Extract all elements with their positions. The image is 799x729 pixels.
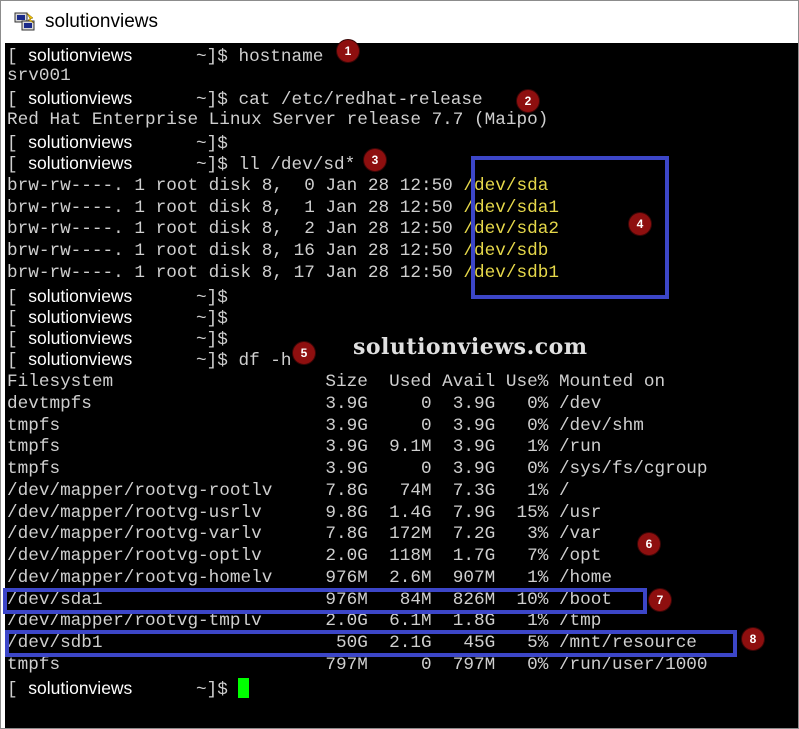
step-marker: 2 — [517, 90, 539, 112]
prompt-line: [ solutionviews ~]$ — [7, 286, 228, 308]
prompt-line: [ solutionviews ~]$ — [7, 307, 228, 329]
df-row: /dev/mapper/rootvg-optlv 2.0G 118M 1.7G … — [7, 546, 602, 566]
sdb1-row-highlight — [5, 630, 737, 657]
prompt-user: solutionviews — [28, 88, 133, 108]
df-row: devtmpfs 3.9G 0 3.9G 0% /dev — [7, 394, 602, 414]
step-marker: 1 — [337, 40, 359, 62]
prompt-line: [ solutionviews ~]$ cat /etc/redhat-rele… — [7, 88, 483, 110]
ls-line: brw-rw----. 1 root disk 8, 0 Jan 28 12:5… — [7, 176, 549, 196]
df-row: tmpfs 3.9G 0 3.9G 0% /sys/fs/cgroup — [7, 459, 708, 479]
prompt-user: solutionviews — [28, 678, 133, 698]
step-marker: 8 — [742, 628, 764, 650]
step-marker: 4 — [629, 213, 651, 235]
prompt-line: [ solutionviews ~]$ ll /dev/sd* — [7, 153, 356, 175]
watermark: solutionviews.com — [353, 334, 588, 360]
prompt-user: solutionviews — [28, 328, 133, 348]
df-row: /dev/mapper/rootvg-homelv 976M 2.6M 907M… — [7, 568, 613, 588]
title-bar[interactable]: solutionviews — [1, 1, 798, 43]
putty-icon — [14, 12, 35, 31]
df-row: tmpfs 797M 0 797M 0% /run/user/1000 — [7, 655, 708, 675]
step-marker: 3 — [364, 149, 386, 171]
prompt-line: [ solutionviews ~]$ df -h — [7, 349, 292, 371]
prompt-user: solutionviews — [28, 349, 133, 369]
prompt-user: solutionviews — [28, 307, 133, 327]
df-row: /dev/mapper/rootvg-usrlv 9.8G 1.4G 7.9G … — [7, 503, 602, 523]
df-row: tmpfs 3.9G 9.1M 3.9G 1% /run — [7, 437, 602, 457]
sda1-row-highlight — [3, 588, 647, 614]
prompt-user: solutionviews — [28, 286, 133, 306]
step-marker: 6 — [638, 533, 660, 555]
terminal-output[interactable]: [ solutionviews ~]$ hostname srv001 [ so… — [5, 43, 798, 728]
prompt-line: [ solutionviews ~]$ — [7, 677, 250, 700]
terminal-window: solutionviews [ solutionviews ~]$ hostna… — [0, 0, 799, 729]
df-row: /dev/mapper/rootvg-rootlv 7.8G 74M 7.3G … — [7, 481, 570, 501]
prompt-user: solutionviews — [28, 153, 133, 173]
prompt-line: [ solutionviews ~]$ — [7, 328, 228, 350]
ls-line: brw-rw----. 1 root disk 8, 16 Jan 28 12:… — [7, 241, 549, 261]
prompt-user: solutionviews — [28, 132, 133, 152]
df-row: /dev/mapper/rootvg-varlv 7.8G 172M 7.2G … — [7, 524, 602, 544]
prompt-line: [ solutionviews ~]$ hostname — [7, 45, 324, 67]
output-line: Red Hat Enterprise Linux Server release … — [7, 110, 549, 130]
prompt-line: [ solutionviews ~]$ — [7, 132, 228, 154]
prompt-user: solutionviews — [28, 45, 133, 65]
text-cursor — [238, 678, 250, 698]
step-marker: 5 — [293, 342, 315, 364]
window-title: solutionviews — [45, 11, 158, 32]
df-row: tmpfs 3.9G 0 3.9G 0% /dev/shm — [7, 416, 644, 436]
df-header: Filesystem Size Used Avail Use% Mounted … — [7, 372, 666, 392]
output-line: srv001 — [7, 66, 71, 86]
step-marker: 7 — [649, 589, 671, 611]
